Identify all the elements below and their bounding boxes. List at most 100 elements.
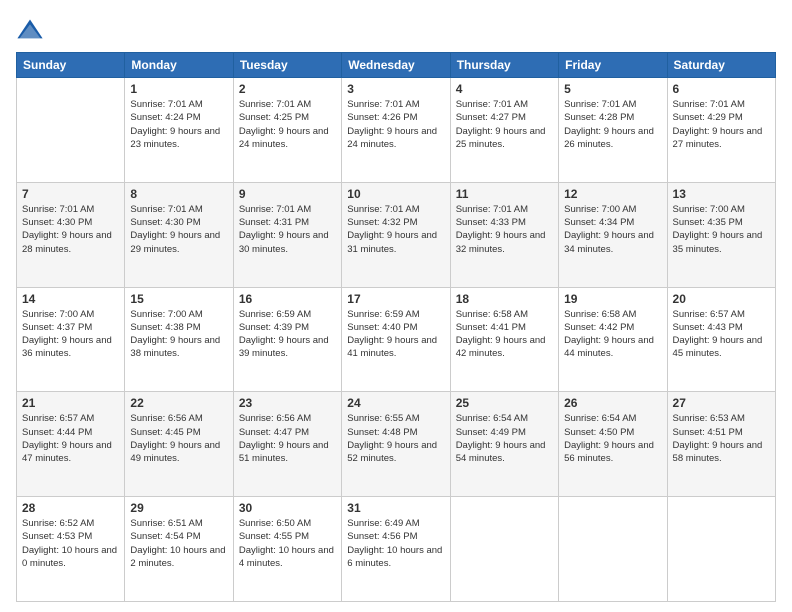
cell-info: Sunrise: 6:57 AM Sunset: 4:44 PM Dayligh… <box>22 412 119 465</box>
week-row-4: 21 Sunrise: 6:57 AM Sunset: 4:44 PM Dayl… <box>17 392 776 497</box>
cell-info: Sunrise: 6:59 AM Sunset: 4:39 PM Dayligh… <box>239 308 336 361</box>
day-number: 13 <box>673 187 770 201</box>
day-number: 20 <box>673 292 770 306</box>
day-number: 26 <box>564 396 661 410</box>
calendar-cell: 9 Sunrise: 7:01 AM Sunset: 4:31 PM Dayli… <box>233 182 341 287</box>
calendar-cell: 31 Sunrise: 6:49 AM Sunset: 4:56 PM Dayl… <box>342 497 450 602</box>
day-number: 23 <box>239 396 336 410</box>
cell-info: Sunrise: 7:01 AM Sunset: 4:30 PM Dayligh… <box>130 203 227 256</box>
calendar-cell: 28 Sunrise: 6:52 AM Sunset: 4:53 PM Dayl… <box>17 497 125 602</box>
cell-info: Sunrise: 6:54 AM Sunset: 4:49 PM Dayligh… <box>456 412 553 465</box>
cell-info: Sunrise: 6:56 AM Sunset: 4:47 PM Dayligh… <box>239 412 336 465</box>
calendar-cell: 27 Sunrise: 6:53 AM Sunset: 4:51 PM Dayl… <box>667 392 775 497</box>
cell-info: Sunrise: 6:53 AM Sunset: 4:51 PM Dayligh… <box>673 412 770 465</box>
weekday-header-monday: Monday <box>125 53 233 78</box>
cell-info: Sunrise: 7:01 AM Sunset: 4:26 PM Dayligh… <box>347 98 444 151</box>
calendar-cell: 12 Sunrise: 7:00 AM Sunset: 4:34 PM Dayl… <box>559 182 667 287</box>
calendar-cell: 19 Sunrise: 6:58 AM Sunset: 4:42 PM Dayl… <box>559 287 667 392</box>
calendar-cell: 7 Sunrise: 7:01 AM Sunset: 4:30 PM Dayli… <box>17 182 125 287</box>
day-number: 7 <box>22 187 119 201</box>
cell-info: Sunrise: 7:01 AM Sunset: 4:27 PM Dayligh… <box>456 98 553 151</box>
cell-info: Sunrise: 6:54 AM Sunset: 4:50 PM Dayligh… <box>564 412 661 465</box>
calendar-cell: 16 Sunrise: 6:59 AM Sunset: 4:39 PM Dayl… <box>233 287 341 392</box>
calendar-cell: 3 Sunrise: 7:01 AM Sunset: 4:26 PM Dayli… <box>342 78 450 183</box>
calendar-cell: 17 Sunrise: 6:59 AM Sunset: 4:40 PM Dayl… <box>342 287 450 392</box>
calendar-cell: 15 Sunrise: 7:00 AM Sunset: 4:38 PM Dayl… <box>125 287 233 392</box>
calendar-cell: 25 Sunrise: 6:54 AM Sunset: 4:49 PM Dayl… <box>450 392 558 497</box>
week-row-2: 7 Sunrise: 7:01 AM Sunset: 4:30 PM Dayli… <box>17 182 776 287</box>
cell-info: Sunrise: 7:01 AM Sunset: 4:24 PM Dayligh… <box>130 98 227 151</box>
page: SundayMondayTuesdayWednesdayThursdayFrid… <box>0 0 792 612</box>
day-number: 16 <box>239 292 336 306</box>
cell-info: Sunrise: 7:01 AM Sunset: 4:32 PM Dayligh… <box>347 203 444 256</box>
calendar-cell <box>559 497 667 602</box>
logo <box>16 16 48 44</box>
cell-info: Sunrise: 6:55 AM Sunset: 4:48 PM Dayligh… <box>347 412 444 465</box>
week-row-3: 14 Sunrise: 7:00 AM Sunset: 4:37 PM Dayl… <box>17 287 776 392</box>
day-number: 5 <box>564 82 661 96</box>
cell-info: Sunrise: 7:01 AM Sunset: 4:33 PM Dayligh… <box>456 203 553 256</box>
day-number: 10 <box>347 187 444 201</box>
weekday-header-sunday: Sunday <box>17 53 125 78</box>
day-number: 17 <box>347 292 444 306</box>
calendar-cell <box>450 497 558 602</box>
day-number: 14 <box>22 292 119 306</box>
cell-info: Sunrise: 7:01 AM Sunset: 4:28 PM Dayligh… <box>564 98 661 151</box>
day-number: 3 <box>347 82 444 96</box>
day-number: 19 <box>564 292 661 306</box>
calendar-cell: 13 Sunrise: 7:00 AM Sunset: 4:35 PM Dayl… <box>667 182 775 287</box>
day-number: 4 <box>456 82 553 96</box>
calendar-cell: 4 Sunrise: 7:01 AM Sunset: 4:27 PM Dayli… <box>450 78 558 183</box>
cell-info: Sunrise: 6:57 AM Sunset: 4:43 PM Dayligh… <box>673 308 770 361</box>
cell-info: Sunrise: 7:01 AM Sunset: 4:29 PM Dayligh… <box>673 98 770 151</box>
cell-info: Sunrise: 6:52 AM Sunset: 4:53 PM Dayligh… <box>22 517 119 570</box>
weekday-header-tuesday: Tuesday <box>233 53 341 78</box>
cell-info: Sunrise: 6:56 AM Sunset: 4:45 PM Dayligh… <box>130 412 227 465</box>
cell-info: Sunrise: 6:58 AM Sunset: 4:42 PM Dayligh… <box>564 308 661 361</box>
cell-info: Sunrise: 6:51 AM Sunset: 4:54 PM Dayligh… <box>130 517 227 570</box>
weekday-header-wednesday: Wednesday <box>342 53 450 78</box>
cell-info: Sunrise: 7:00 AM Sunset: 4:35 PM Dayligh… <box>673 203 770 256</box>
calendar-cell: 8 Sunrise: 7:01 AM Sunset: 4:30 PM Dayli… <box>125 182 233 287</box>
logo-icon <box>16 16 44 44</box>
day-number: 1 <box>130 82 227 96</box>
cell-info: Sunrise: 7:01 AM Sunset: 4:30 PM Dayligh… <box>22 203 119 256</box>
cell-info: Sunrise: 7:00 AM Sunset: 4:34 PM Dayligh… <box>564 203 661 256</box>
day-number: 28 <box>22 501 119 515</box>
header <box>16 16 776 44</box>
cell-info: Sunrise: 7:01 AM Sunset: 4:31 PM Dayligh… <box>239 203 336 256</box>
calendar-cell: 1 Sunrise: 7:01 AM Sunset: 4:24 PM Dayli… <box>125 78 233 183</box>
calendar-cell: 21 Sunrise: 6:57 AM Sunset: 4:44 PM Dayl… <box>17 392 125 497</box>
calendar-cell: 2 Sunrise: 7:01 AM Sunset: 4:25 PM Dayli… <box>233 78 341 183</box>
calendar-cell <box>667 497 775 602</box>
calendar-cell: 24 Sunrise: 6:55 AM Sunset: 4:48 PM Dayl… <box>342 392 450 497</box>
calendar-cell: 22 Sunrise: 6:56 AM Sunset: 4:45 PM Dayl… <box>125 392 233 497</box>
weekday-header-saturday: Saturday <box>667 53 775 78</box>
day-number: 29 <box>130 501 227 515</box>
calendar-cell: 26 Sunrise: 6:54 AM Sunset: 4:50 PM Dayl… <box>559 392 667 497</box>
cell-info: Sunrise: 7:00 AM Sunset: 4:38 PM Dayligh… <box>130 308 227 361</box>
cell-info: Sunrise: 6:49 AM Sunset: 4:56 PM Dayligh… <box>347 517 444 570</box>
cell-info: Sunrise: 6:58 AM Sunset: 4:41 PM Dayligh… <box>456 308 553 361</box>
day-number: 12 <box>564 187 661 201</box>
calendar-cell: 23 Sunrise: 6:56 AM Sunset: 4:47 PM Dayl… <box>233 392 341 497</box>
cell-info: Sunrise: 6:50 AM Sunset: 4:55 PM Dayligh… <box>239 517 336 570</box>
day-number: 18 <box>456 292 553 306</box>
cell-info: Sunrise: 7:00 AM Sunset: 4:37 PM Dayligh… <box>22 308 119 361</box>
calendar-table: SundayMondayTuesdayWednesdayThursdayFrid… <box>16 52 776 602</box>
day-number: 6 <box>673 82 770 96</box>
day-number: 27 <box>673 396 770 410</box>
day-number: 9 <box>239 187 336 201</box>
day-number: 24 <box>347 396 444 410</box>
day-number: 15 <box>130 292 227 306</box>
day-number: 11 <box>456 187 553 201</box>
calendar-cell: 5 Sunrise: 7:01 AM Sunset: 4:28 PM Dayli… <box>559 78 667 183</box>
weekday-header-friday: Friday <box>559 53 667 78</box>
calendar-cell: 18 Sunrise: 6:58 AM Sunset: 4:41 PM Dayl… <box>450 287 558 392</box>
weekday-header-row: SundayMondayTuesdayWednesdayThursdayFrid… <box>17 53 776 78</box>
day-number: 31 <box>347 501 444 515</box>
calendar-cell: 14 Sunrise: 7:00 AM Sunset: 4:37 PM Dayl… <box>17 287 125 392</box>
weekday-header-thursday: Thursday <box>450 53 558 78</box>
calendar-cell: 29 Sunrise: 6:51 AM Sunset: 4:54 PM Dayl… <box>125 497 233 602</box>
day-number: 25 <box>456 396 553 410</box>
